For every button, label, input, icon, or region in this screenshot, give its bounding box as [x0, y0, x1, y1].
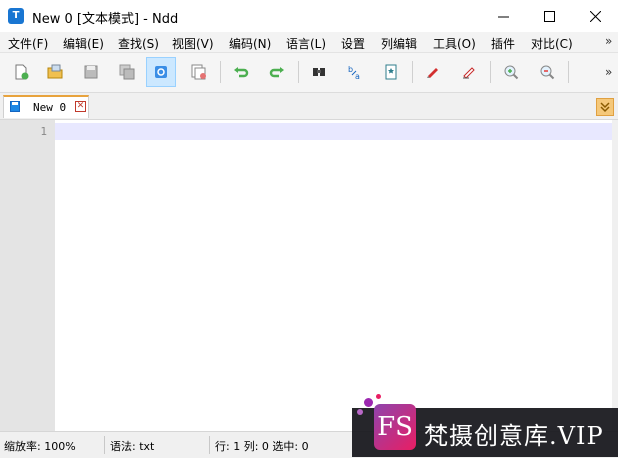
toolbar-separator	[220, 61, 221, 83]
status-syntax: 语法: txt	[110, 440, 155, 453]
status-separator	[209, 436, 210, 454]
watermark-dot	[376, 394, 381, 399]
zoom-in-button[interactable]	[496, 57, 526, 87]
toolbar-separator	[412, 61, 413, 83]
tab-bar: New 0 ✕	[0, 93, 618, 120]
toolbar-separator	[568, 61, 569, 83]
svg-text:a: a	[355, 72, 360, 81]
watermark-text: 梵摄创意库.VIP	[424, 422, 604, 450]
close-file-button[interactable]	[146, 57, 176, 87]
close-window-button[interactable]	[572, 0, 618, 32]
zoom-out-icon	[540, 65, 555, 80]
bookmark-button[interactable]	[376, 57, 406, 87]
undo-icon	[234, 67, 249, 78]
replace-icon: ba	[348, 65, 360, 81]
status-zoom: 缩放率: 100%	[4, 440, 76, 453]
new-file-icon	[15, 64, 29, 80]
tab-new-0[interactable]: New 0 ✕	[3, 95, 89, 118]
menu-view[interactable]: 视图(V)	[172, 35, 214, 52]
zoom-out-button[interactable]	[532, 57, 562, 87]
zoom-in-icon	[504, 65, 519, 80]
maximize-button[interactable]	[526, 0, 572, 32]
menu-find[interactable]: 查找(S)	[118, 35, 159, 52]
watermark-logo: FS	[374, 404, 416, 450]
close-all-icon	[191, 64, 206, 80]
menu-language[interactable]: 语言(L)	[286, 35, 326, 52]
watermark: FS 梵摄创意库.VIP	[352, 394, 618, 457]
menu-column-edit[interactable]: 列编辑	[381, 35, 417, 52]
find-button[interactable]	[304, 57, 334, 87]
close-all-button[interactable]	[184, 57, 214, 87]
menu-overflow-icon[interactable]: »	[605, 34, 612, 48]
open-file-button[interactable]	[40, 57, 70, 87]
redo-icon	[269, 67, 284, 78]
save-button[interactable]	[76, 57, 106, 87]
svg-text:b: b	[348, 65, 353, 74]
status-separator	[104, 436, 105, 454]
menu-encoding[interactable]: 编码(N)	[229, 35, 271, 52]
tab-list-button[interactable]	[596, 98, 614, 116]
line-number-gutter: 1	[0, 120, 55, 431]
find-icon	[313, 68, 325, 76]
minimize-button[interactable]	[480, 0, 526, 32]
tab-label: New 0	[33, 101, 67, 114]
menu-bar: 文件(F) 编辑(E) 查找(S) 视图(V) 编码(N) 语言(L) 设置 列…	[0, 32, 618, 53]
menu-file[interactable]: 文件(F)	[8, 35, 48, 52]
marker-button[interactable]	[418, 57, 448, 87]
chevron-down-icon	[600, 102, 610, 113]
line-number: 1	[40, 125, 47, 138]
current-line-highlight	[55, 123, 615, 140]
window-title: New 0 [文本模式] - Ndd	[32, 12, 179, 27]
maximize-icon	[543, 10, 555, 22]
eraser-icon	[463, 67, 475, 79]
save-icon	[84, 65, 98, 79]
toolbar-separator	[298, 61, 299, 83]
redo-button[interactable]	[262, 57, 292, 87]
menu-plugins[interactable]: 插件	[491, 35, 515, 52]
save-all-icon	[119, 64, 135, 80]
tab-close-icon[interactable]: ✕	[75, 101, 86, 112]
watermark-dot	[364, 398, 373, 407]
close-icon	[589, 10, 601, 22]
menu-compare[interactable]: 对比(C)	[531, 35, 573, 52]
open-folder-icon	[47, 64, 63, 79]
editor-scroll-margin	[612, 120, 618, 431]
watermark-dot	[357, 409, 363, 415]
minimize-icon	[497, 16, 509, 17]
menu-edit[interactable]: 编辑(E)	[63, 35, 104, 52]
undo-button[interactable]	[226, 57, 256, 87]
save-all-button[interactable]	[112, 57, 142, 87]
toolbar-separator	[490, 61, 491, 83]
status-cursor-position: 行: 1 列: 0 选中: 0	[215, 440, 309, 453]
menu-settings[interactable]: 设置	[341, 35, 365, 52]
title-bar: T New 0 [文本模式] - Ndd	[0, 0, 618, 33]
menu-tools[interactable]: 工具(O)	[433, 35, 476, 52]
close-icon	[155, 66, 167, 78]
toolbar: ba »	[0, 53, 618, 93]
eraser-button[interactable]	[454, 57, 484, 87]
bookmark-icon	[385, 64, 397, 80]
replace-button[interactable]: ba	[340, 57, 370, 87]
file-saved-icon	[10, 101, 20, 112]
new-file-button[interactable]	[6, 57, 36, 87]
toolbar-overflow-icon[interactable]: »	[605, 65, 612, 79]
editor-area[interactable]: 1	[0, 120, 618, 431]
marker-icon	[427, 68, 438, 78]
app-icon: T	[8, 8, 24, 24]
